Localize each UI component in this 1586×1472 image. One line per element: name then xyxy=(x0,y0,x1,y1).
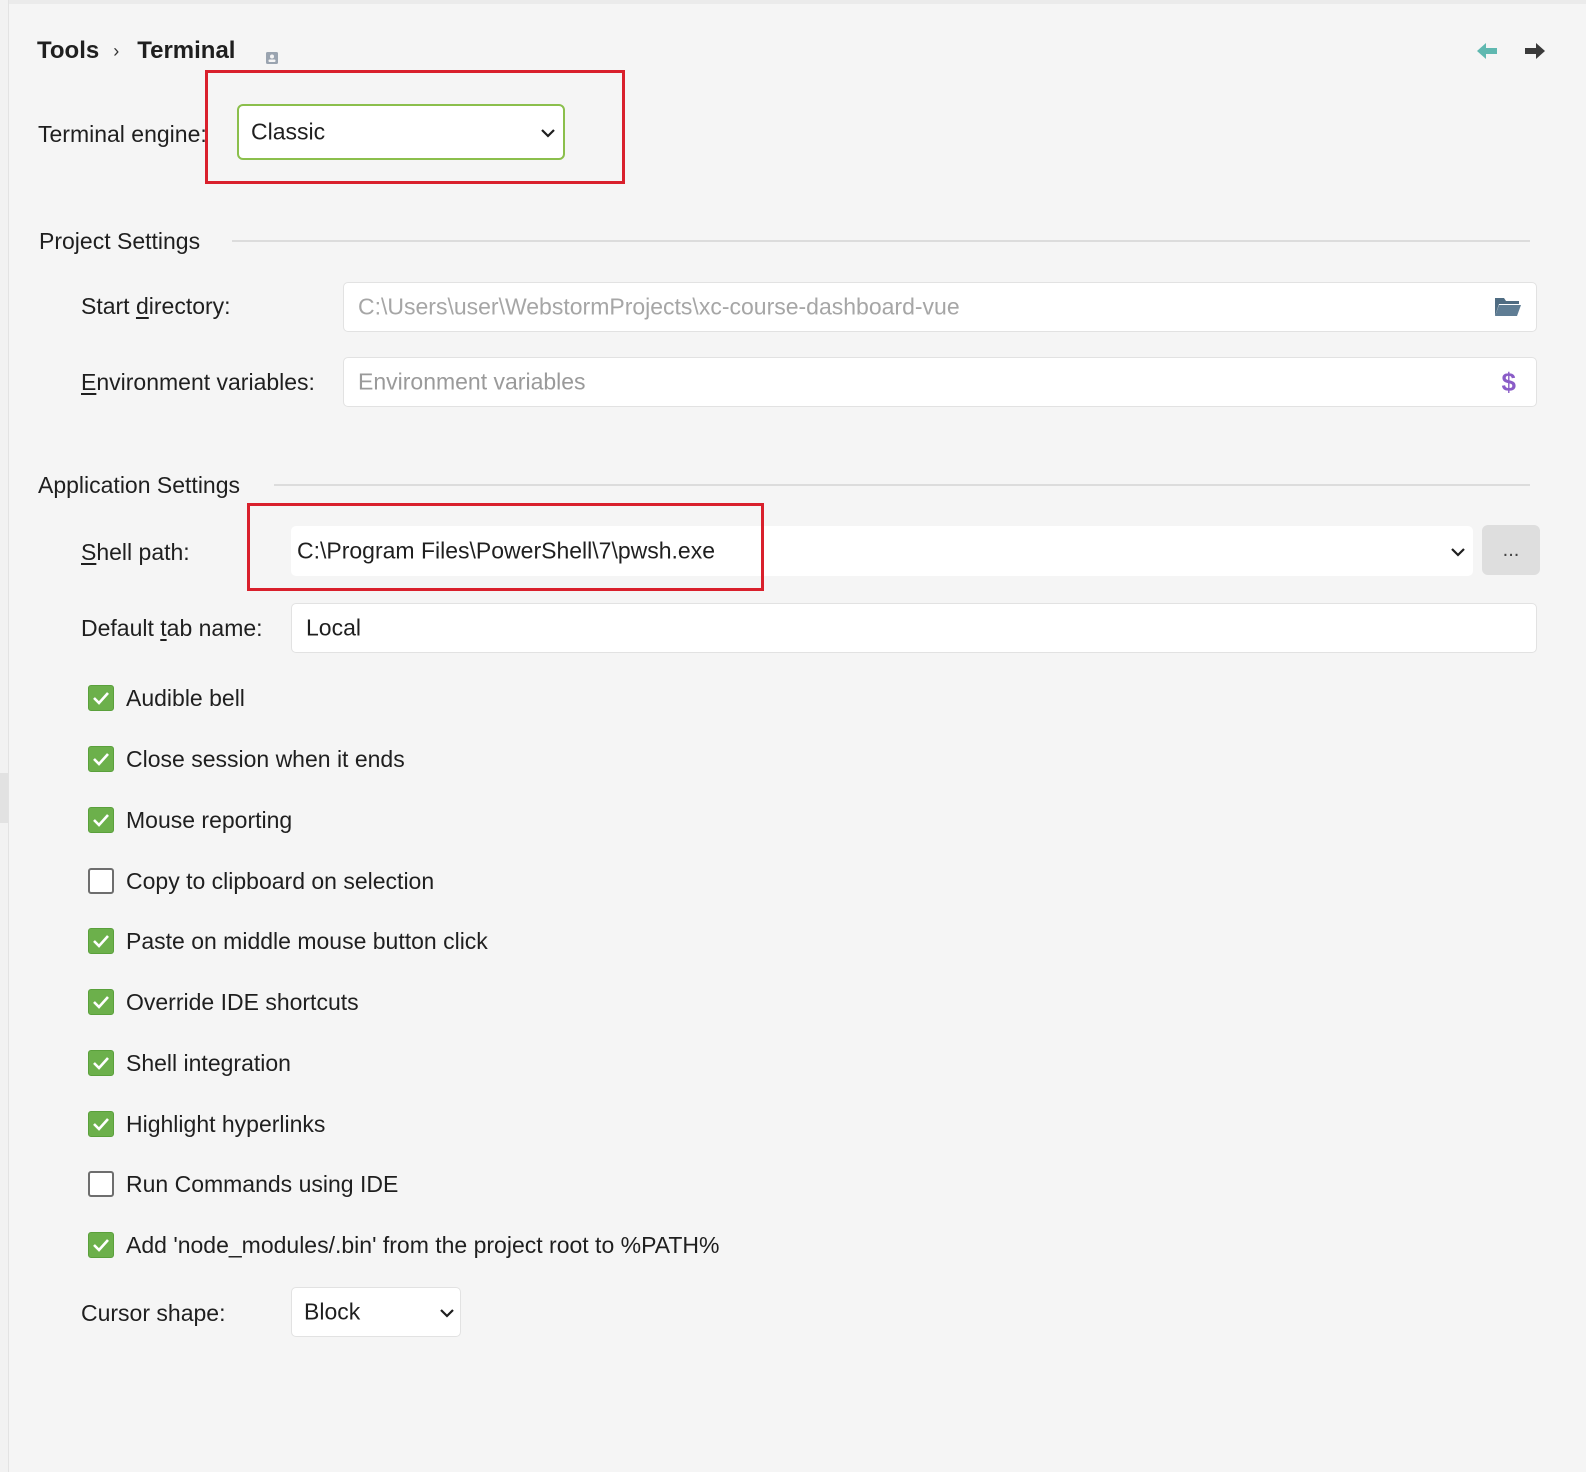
checkbox-box[interactable] xyxy=(88,1232,114,1258)
checkbox-label[interactable]: Add 'node_modules/.bin' from the project… xyxy=(126,1232,719,1259)
checkbox-copy-to-clipboard[interactable]: Copy to clipboard on selection xyxy=(88,866,434,896)
checkbox-box[interactable] xyxy=(88,1171,114,1197)
breadcrumb-parent[interactable]: Tools xyxy=(37,37,99,65)
project-settings-title: Project Settings xyxy=(39,228,201,254)
checkbox-override-ide-shortcuts[interactable]: Override IDE shortcuts xyxy=(88,987,359,1017)
checkbox-highlight-hyperlinks[interactable]: Highlight hyperlinks xyxy=(88,1109,325,1139)
default-tab-name-field[interactable]: Local xyxy=(291,603,1537,653)
checkbox-box[interactable] xyxy=(88,1111,114,1137)
splitter-handle[interactable] xyxy=(0,773,8,823)
checkbox-box[interactable] xyxy=(88,746,114,772)
terminal-engine-label: Terminal engine: xyxy=(38,121,207,147)
default-tab-name-label: Default tab name: xyxy=(81,615,263,641)
application-settings-divider xyxy=(274,484,1530,486)
highlight-box-engine xyxy=(205,70,625,184)
folder-icon[interactable] xyxy=(1494,295,1522,319)
checkbox-label[interactable]: Run Commands using IDE xyxy=(126,1171,398,1198)
chevron-down-icon xyxy=(438,1306,456,1318)
checkbox-add-node-modules-bin[interactable]: Add 'node_modules/.bin' from the project… xyxy=(88,1230,719,1260)
checkbox-run-commands-using-ide[interactable]: Run Commands using IDE xyxy=(88,1169,398,1199)
default-tab-name-value: Local xyxy=(306,614,361,641)
checkbox-shell-integration[interactable]: Shell integration xyxy=(88,1048,291,1078)
start-directory-label: Start directory: xyxy=(81,293,231,319)
environment-variables-label: Environment variables: xyxy=(81,369,315,395)
checkbox-audible-bell[interactable]: Audible bell xyxy=(88,683,245,713)
checkbox-label[interactable]: Paste on middle mouse button click xyxy=(126,928,488,955)
breadcrumb-separator: › xyxy=(113,40,120,61)
dollar-icon[interactable]: $ xyxy=(1502,367,1516,398)
browse-shell-button[interactable]: ... xyxy=(1482,525,1540,575)
checkbox-label[interactable]: Audible bell xyxy=(126,685,245,712)
checkbox-box[interactable] xyxy=(88,989,114,1015)
checkbox-label[interactable]: Override IDE shortcuts xyxy=(126,989,359,1016)
left-panel-edge xyxy=(0,0,9,1472)
shell-path-label: Shell path: xyxy=(81,539,190,565)
arrow-right-icon[interactable] xyxy=(1522,38,1548,64)
checkbox-box[interactable] xyxy=(88,685,114,711)
checkbox-label[interactable]: Close session when it ends xyxy=(126,746,405,773)
arrow-left-icon[interactable] xyxy=(1474,38,1500,64)
checkbox-box[interactable] xyxy=(88,868,114,894)
cursor-shape-label: Cursor shape: xyxy=(81,1300,226,1326)
cursor-shape-value: Block xyxy=(304,1298,361,1325)
checkbox-box[interactable] xyxy=(88,928,114,954)
chevron-down-icon[interactable] xyxy=(1449,545,1467,557)
checkbox-box[interactable] xyxy=(88,807,114,833)
checkbox-label[interactable]: Mouse reporting xyxy=(126,807,292,834)
environment-variables-placeholder: Environment variables xyxy=(358,368,586,395)
pin-icon[interactable] xyxy=(265,44,279,64)
breadcrumb-current: Terminal xyxy=(137,37,236,64)
checkbox-label[interactable]: Shell integration xyxy=(126,1050,291,1077)
start-directory-value: C:\Users\user\WebstormProjects\xc-course… xyxy=(358,293,960,320)
breadcrumb: Tools › Terminal xyxy=(37,36,279,66)
checkbox-close-session[interactable]: Close session when it ends xyxy=(88,744,405,774)
project-settings-divider xyxy=(232,240,1530,242)
checkbox-label[interactable]: Copy to clipboard on selection xyxy=(126,868,434,895)
checkbox-label[interactable]: Highlight hyperlinks xyxy=(126,1111,325,1138)
start-directory-field[interactable]: C:\Users\user\WebstormProjects\xc-course… xyxy=(343,282,1537,332)
checkbox-box[interactable] xyxy=(88,1050,114,1076)
checkbox-paste-middle-click[interactable]: Paste on middle mouse button click xyxy=(88,926,488,956)
application-settings-title: Application Settings xyxy=(38,472,241,498)
environment-variables-field[interactable]: Environment variables $ xyxy=(343,357,1537,407)
highlight-box-shell xyxy=(247,503,764,591)
cursor-shape-select[interactable]: Block xyxy=(291,1287,461,1337)
checkbox-mouse-reporting[interactable]: Mouse reporting xyxy=(88,805,292,835)
top-border xyxy=(0,0,1586,4)
